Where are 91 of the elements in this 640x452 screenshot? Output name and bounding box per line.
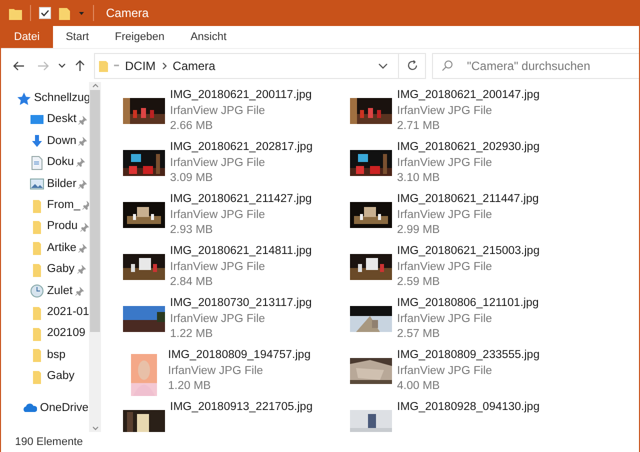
file-size: 2.66 MB xyxy=(170,119,214,134)
file-type: IrfanView JPG File xyxy=(170,156,266,170)
file-size: 2.57 MB xyxy=(397,327,441,342)
chevron-down-icon xyxy=(58,63,66,68)
file-size: 2.71 MB xyxy=(397,119,441,134)
folder-icon xyxy=(30,370,44,384)
search-icon xyxy=(442,60,453,70)
sidebar-item[interactable]: Artike xyxy=(47,240,76,258)
sidebar-item[interactable]: Deskt xyxy=(47,111,76,129)
file-size: 2.99 MB xyxy=(397,223,441,238)
window-title: Camera xyxy=(106,5,149,22)
file-type: IrfanView JPG File xyxy=(397,312,494,326)
sidebar-item[interactable]: 202109 xyxy=(47,325,86,343)
folder-icon xyxy=(30,348,44,362)
file-type: IrfanView JPG File xyxy=(397,104,494,118)
pictures-icon xyxy=(30,177,44,192)
file-name[interactable]: IMG_20180621_211447.jpg xyxy=(397,192,539,208)
sidebar-item[interactable]: Zulet xyxy=(47,282,73,300)
file-type: IrfanView JPG File xyxy=(397,156,494,170)
file-name[interactable]: IMG_20180621_214811.jpg xyxy=(170,244,312,260)
dropdown-icon[interactable] xyxy=(378,62,388,68)
sidebar-item[interactable]: From_ xyxy=(47,197,80,214)
scrollbar-thumb[interactable] xyxy=(90,90,100,332)
sidebar-item[interactable]: Gaby xyxy=(47,368,74,386)
checkmark-icon[interactable] xyxy=(39,7,51,19)
file-type: IrfanView JPG File xyxy=(170,104,266,118)
folder-icon[interactable] xyxy=(59,6,70,20)
arrow-left-icon xyxy=(13,60,25,70)
refresh-icon xyxy=(406,60,418,71)
address-bar[interactable]: DCIM Camera xyxy=(94,52,426,78)
sidebar-item[interactable]: OneDrive xyxy=(40,400,89,417)
file-size: 2.93 MB xyxy=(170,223,214,238)
arrow-right-icon xyxy=(37,60,49,70)
file-type: IrfanView JPG File xyxy=(397,260,494,274)
search-field[interactable]: "Camera" durchsuchen xyxy=(432,52,639,78)
sidebar-item[interactable]: Down xyxy=(47,132,76,150)
file-type: IrfanView JPG File xyxy=(170,260,266,274)
file-type: IrfanView JPG File xyxy=(168,364,264,378)
file-type: IrfanView JPG File xyxy=(397,208,494,222)
file-type: IrfanView JPG File xyxy=(170,312,266,326)
file-size: 1.22 MB xyxy=(170,327,214,342)
sidebar-item[interactable]: 2021-01 xyxy=(47,304,89,322)
ribbon-tab[interactable]: Freigeben xyxy=(102,26,178,48)
file-name[interactable]: IMG_20180806_121101.jpg xyxy=(397,296,539,312)
scrollbar[interactable] xyxy=(89,82,101,432)
folder-icon xyxy=(30,198,44,213)
file-size: 2.59 MB xyxy=(397,275,441,290)
folder-icon xyxy=(30,306,44,320)
folder-icon xyxy=(30,326,44,341)
sidebar-item[interactable]: Doku xyxy=(47,154,74,172)
folder-icon xyxy=(30,220,44,234)
file-name[interactable]: IMG_20180809_233555.jpg xyxy=(397,348,540,364)
breadcrumb-item[interactable]: Camera xyxy=(172,56,216,74)
ribbon-tab[interactable]: Datei xyxy=(1,26,53,48)
file-name[interactable]: IMG_20180621_200117.jpg xyxy=(170,88,312,104)
item-count: 190 Elemente xyxy=(15,434,83,450)
recent-icon xyxy=(30,284,44,298)
file-size: 2.84 MB xyxy=(170,275,214,290)
file-size: 4.00 MB xyxy=(397,379,441,394)
sidebar-item[interactable]: Bilder xyxy=(47,176,76,193)
file-name[interactable]: IMG_20180621_202930.jpg xyxy=(397,140,540,156)
folder-icon[interactable] xyxy=(9,6,22,20)
file-name[interactable]: IMG_20180621_211427.jpg xyxy=(170,192,312,208)
ribbon-tab[interactable]: Ansicht xyxy=(177,26,240,48)
file-name[interactable]: IMG_20180730_213117.jpg xyxy=(170,296,312,312)
sidebar-item[interactable]: Gaby xyxy=(47,261,74,278)
arrow-up-icon xyxy=(75,60,85,72)
ribbon-tab[interactable]: Start xyxy=(52,26,102,48)
star-icon xyxy=(17,92,31,106)
sidebar-item[interactable]: Produ xyxy=(47,218,78,236)
scroll-down-icon[interactable] xyxy=(92,424,98,432)
scroll-up-icon[interactable] xyxy=(92,82,98,90)
file-name[interactable]: IMG_20180621_202817.jpg xyxy=(170,140,313,156)
download-icon xyxy=(30,134,44,148)
document-icon xyxy=(30,156,44,170)
file-name[interactable]: IMG_20180621_200147.jpg xyxy=(397,88,540,104)
breadcrumb-item[interactable]: DCIM xyxy=(125,56,156,74)
caret-icon[interactable] xyxy=(78,10,85,16)
file-size: 3.10 MB xyxy=(397,171,441,186)
file-name[interactable]: IMG_20180621_215003.jpg xyxy=(397,244,540,260)
file-name[interactable]: IMG_20180913_221705.jpg xyxy=(170,400,313,416)
file-type: IrfanView JPG File xyxy=(170,208,266,222)
file-size: 1.20 MB xyxy=(168,379,212,394)
file-type: IrfanView JPG File xyxy=(397,364,494,378)
file-name[interactable]: IMG_20180809_194757.jpg xyxy=(168,348,311,364)
folder-icon xyxy=(99,60,108,72)
sidebar-item[interactable]: bsp xyxy=(47,346,66,364)
file-size: 3.09 MB xyxy=(170,171,214,186)
file-name[interactable]: IMG_20180928_094130.jpg xyxy=(397,400,540,416)
folder-icon xyxy=(30,262,44,277)
folder-icon xyxy=(30,241,44,256)
